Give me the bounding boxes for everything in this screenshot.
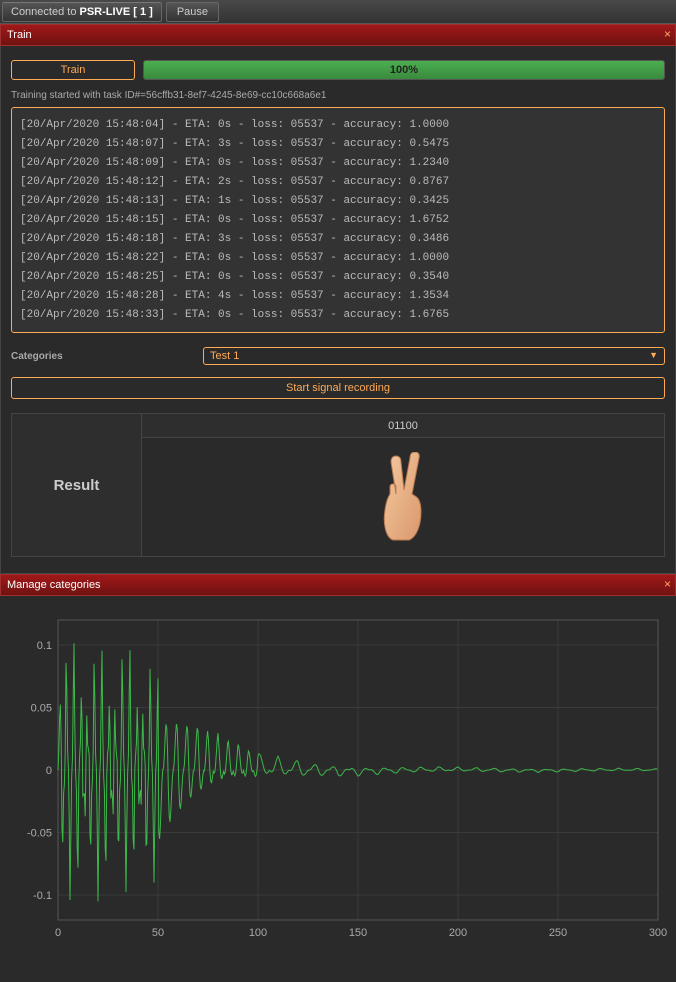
progress-bar: 100% (143, 60, 665, 80)
start-recording-button[interactable]: Start signal recording (11, 377, 665, 399)
result-label: Result (12, 414, 142, 556)
signal-chart-svg: -0.1 -0.05 0 0.05 0.1 0 50 100 150 200 250 300 (8, 610, 668, 950)
svg-text:100: 100 (249, 927, 267, 939)
connection-status: Connected to PSR-LIVE [ 1 ] (2, 2, 162, 22)
svg-text:50: 50 (152, 927, 164, 939)
svg-text:-0.1: -0.1 (33, 890, 52, 902)
svg-text:250: 250 (549, 927, 567, 939)
task-id-text: Training started with task ID#=56cffb31-… (11, 90, 665, 101)
training-log: [20/Apr/2020 15:48:04] - ETA: 0s - loss:… (11, 107, 665, 333)
manage-panel-title: Manage categories (7, 579, 101, 591)
close-icon[interactable]: × (664, 27, 671, 41)
svg-text:200: 200 (449, 927, 467, 939)
train-panel: Train × Train 100% Training started with… (0, 24, 676, 574)
pause-button[interactable]: Pause (166, 2, 219, 22)
connection-target: PSR-LIVE [ 1 ] (80, 6, 153, 18)
svg-text:0: 0 (46, 765, 52, 777)
manage-panel-header: Manage categories × (0, 574, 676, 596)
connection-prefix: Connected to (11, 6, 80, 18)
svg-text:0.05: 0.05 (31, 703, 52, 715)
svg-text:150: 150 (349, 927, 367, 939)
category-selected-value: Test 1 (210, 350, 239, 362)
train-panel-header: Train × (0, 24, 676, 46)
manage-categories-panel: Manage categories × -0.1 -0.05 0 0.05 0.1 0 50… (0, 574, 676, 961)
svg-text:0: 0 (55, 927, 61, 939)
train-button[interactable]: Train (11, 60, 135, 80)
result-table: Result 01100 (11, 413, 665, 557)
signal-chart: -0.1 -0.05 0 0.05 0.1 0 50 100 150 200 250 300 (0, 596, 676, 961)
categories-label: Categories (11, 351, 203, 362)
svg-text:0.1: 0.1 (37, 640, 52, 652)
close-icon[interactable]: × (664, 577, 671, 591)
category-select[interactable]: Test 1 (203, 347, 665, 365)
train-panel-title: Train (7, 29, 32, 41)
svg-text:300: 300 (649, 927, 667, 939)
result-image (142, 438, 664, 556)
progress-label: 100% (144, 61, 664, 79)
peace-hand-icon (373, 452, 433, 542)
top-bar: Connected to PSR-LIVE [ 1 ] Pause (0, 0, 676, 24)
result-value: 01100 (142, 414, 664, 438)
svg-text:-0.05: -0.05 (27, 828, 52, 840)
